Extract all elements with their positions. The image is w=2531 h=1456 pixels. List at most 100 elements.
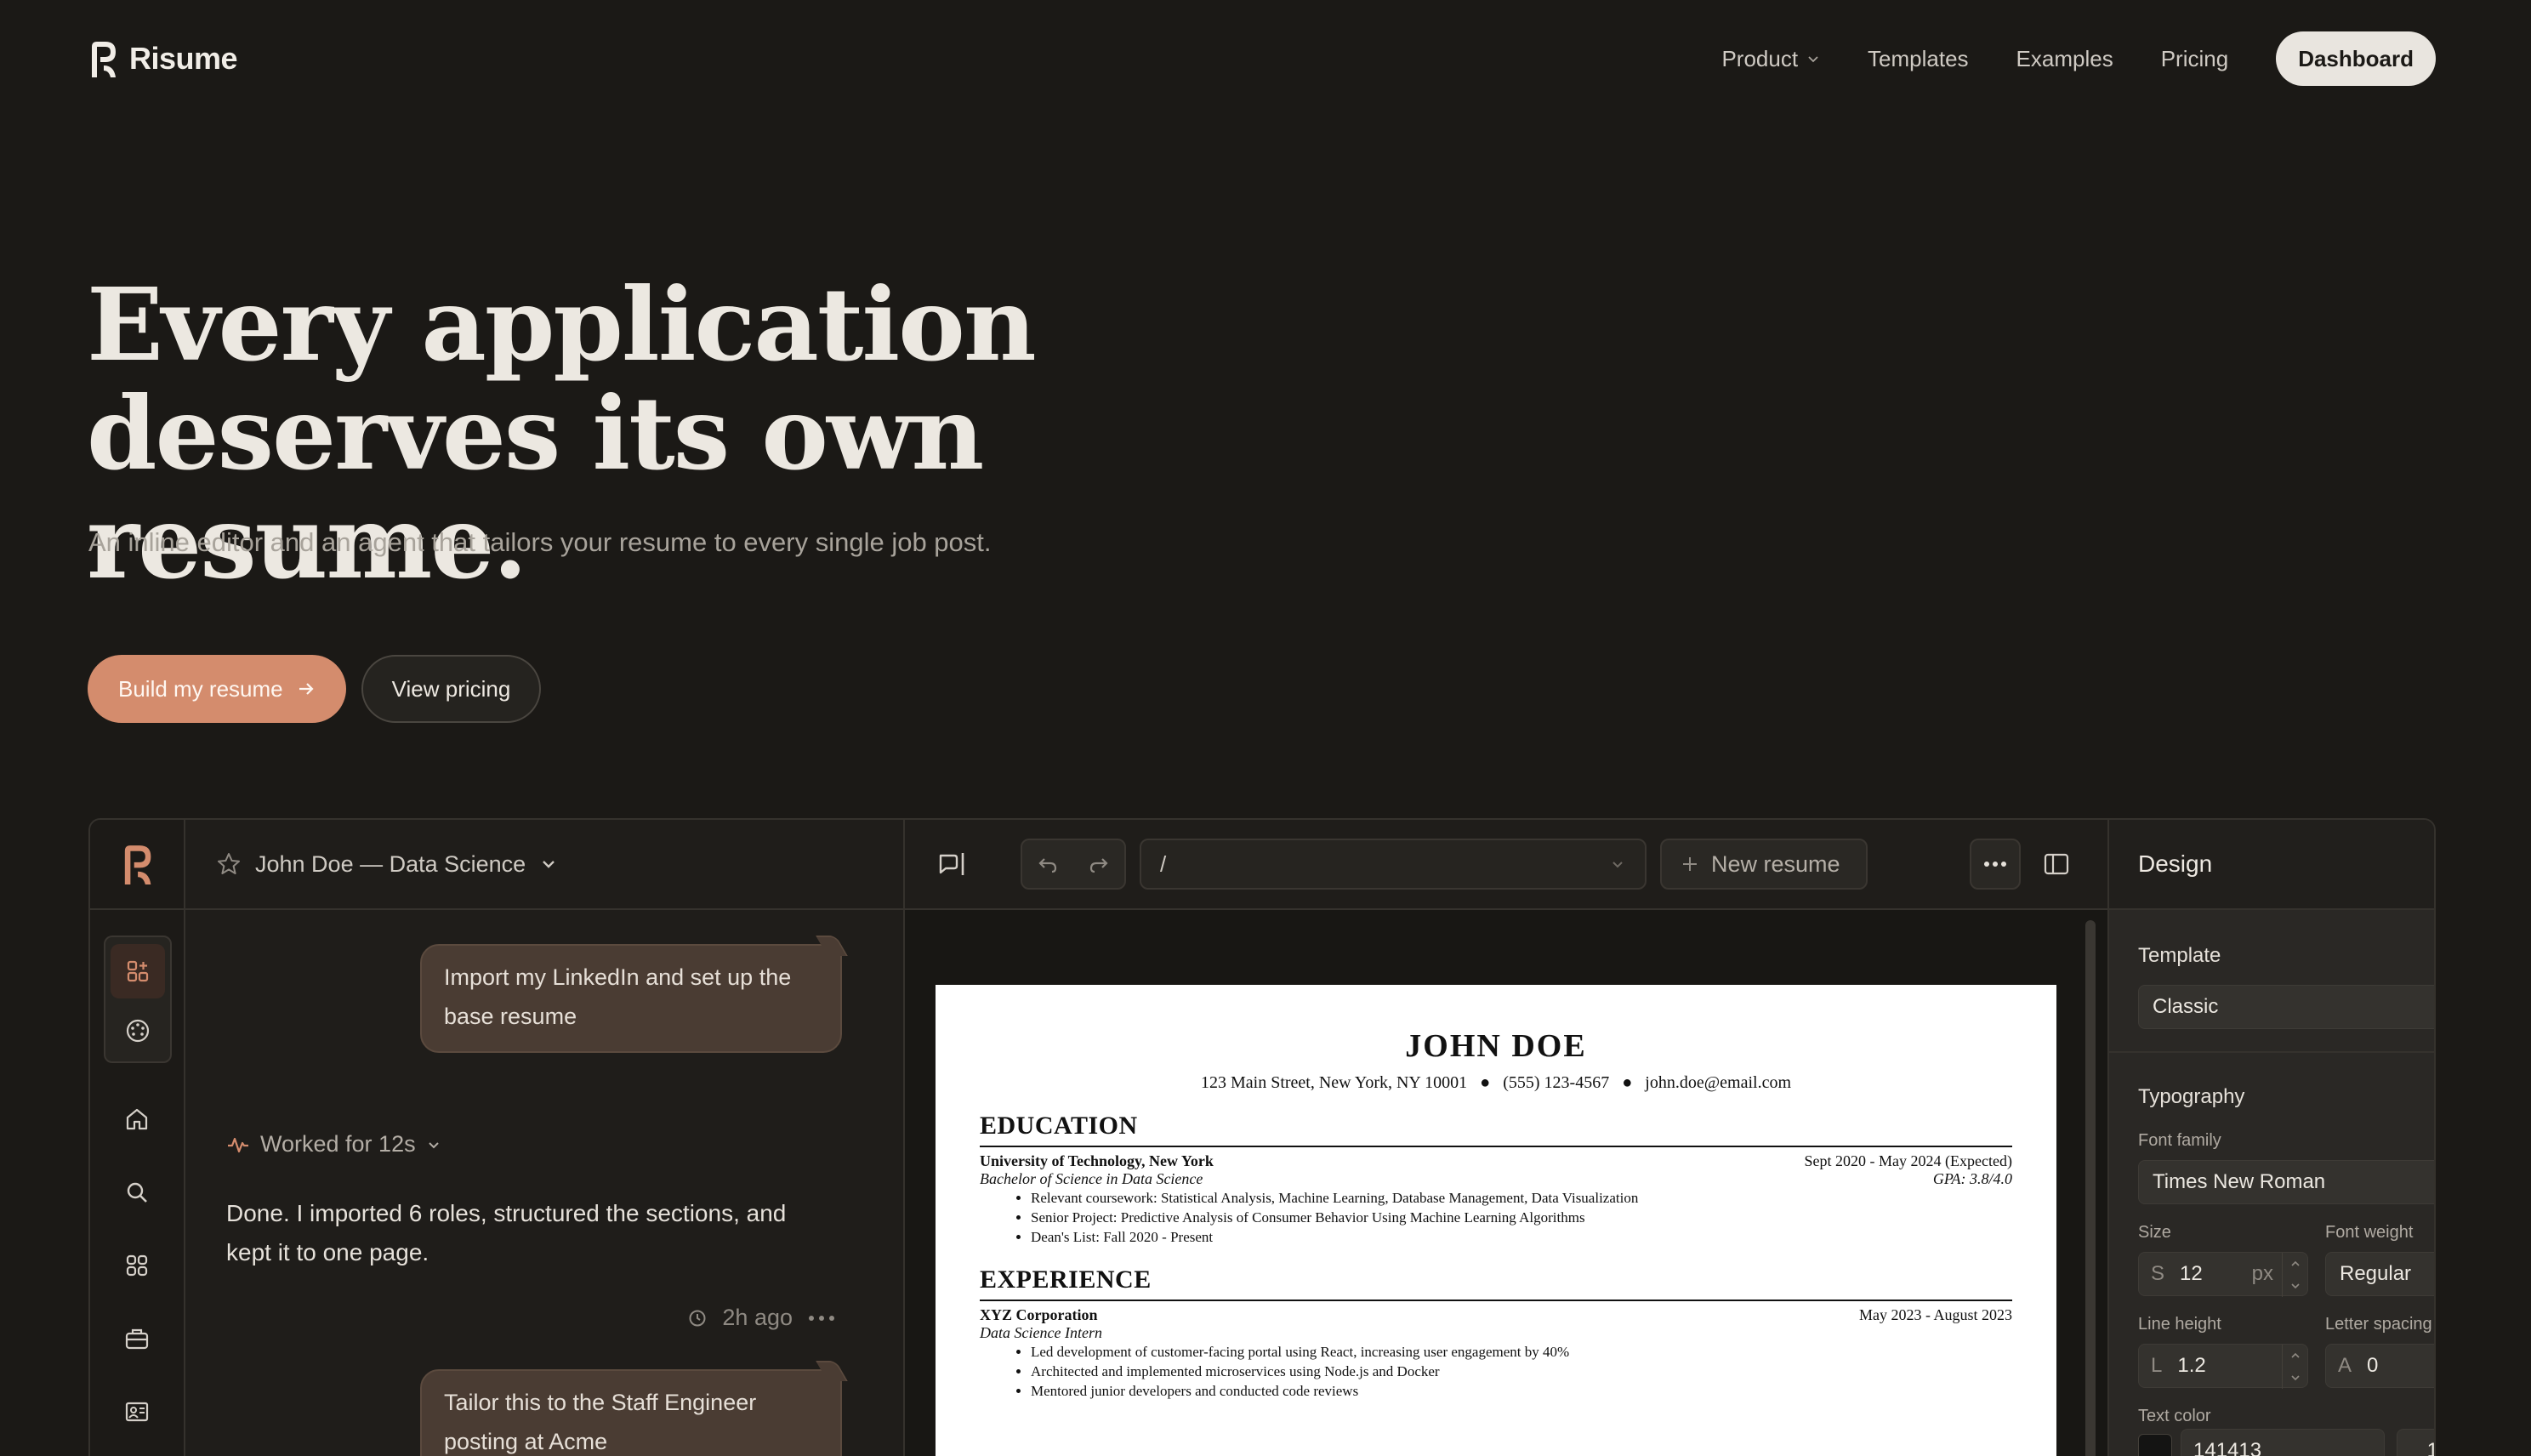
build-resume-label: Build my resume	[118, 675, 283, 702]
more-horizontal-icon	[1984, 862, 2006, 867]
rail-search[interactable]	[110, 1165, 164, 1220]
nav-templates[interactable]: Templates	[1868, 46, 1969, 72]
nav-product[interactable]: Product	[1721, 46, 1820, 72]
text-opacity-value: 100	[2427, 1439, 2434, 1456]
size-label: Size	[2138, 1223, 2171, 1242]
size-stepper[interactable]: S 12 px	[2138, 1252, 2308, 1297]
letter-spacing-prefix: A	[2338, 1354, 2352, 1377]
resume-page[interactable]: JOHN DOE 123 Main Street, New York, NY 1…	[936, 985, 2056, 1456]
resume-school-row: University of Technology, New York Sept …	[980, 1152, 2012, 1170]
chat-toggle[interactable]	[936, 849, 966, 884]
typography-label: Typography	[2138, 1085, 2245, 1108]
id-card-icon	[125, 1402, 149, 1422]
star-icon	[218, 853, 240, 874]
rail-home[interactable]	[110, 1092, 164, 1146]
line-height-stepper[interactable]: L 1.2	[2138, 1344, 2308, 1389]
list-item: Mentored junior developers and conducted…	[1031, 1381, 2012, 1401]
nav-examples[interactable]: Examples	[2016, 46, 2113, 72]
worked-toggle[interactable]: Worked for 12s	[226, 1131, 441, 1157]
view-pricing-button[interactable]: View pricing	[361, 655, 542, 723]
history-controls	[1021, 839, 1126, 890]
rail-group	[104, 936, 172, 1063]
activity-icon	[228, 1137, 248, 1152]
doc-title: John Doe — Data Science	[255, 850, 526, 877]
font-weight-select[interactable]: Regular	[2325, 1252, 2434, 1296]
message-meta: 2h ago	[688, 1305, 835, 1331]
palette-icon	[126, 1019, 150, 1043]
chevron-down-icon	[543, 861, 555, 868]
template-select[interactable]: Classic	[2138, 985, 2434, 1029]
font-family-select[interactable]: Times New Roman	[2138, 1160, 2434, 1204]
list-item: Architected and implemented microservice…	[1031, 1362, 2012, 1381]
line-height-step[interactable]	[2282, 1345, 2307, 1389]
rail-apps[interactable]	[110, 1238, 164, 1293]
editor-more-button[interactable]	[1970, 839, 2021, 890]
list-item: Senior Project: Predictive Analysis of C…	[1031, 1208, 2012, 1227]
size-step[interactable]	[2282, 1253, 2307, 1297]
new-resume-label: New resume	[1711, 850, 1840, 877]
resume-address: 123 Main Street, New York, NY 10001	[1200, 1073, 1468, 1092]
redo-button[interactable]	[1073, 840, 1124, 888]
risume-logo-icon	[124, 845, 151, 884]
logo[interactable]: Risume	[88, 40, 238, 77]
nav-pricing[interactable]: Pricing	[2161, 46, 2228, 72]
resume-company-dates: May 2023 - August 2023	[1859, 1306, 2012, 1323]
chevron-down-icon	[2290, 1375, 2300, 1381]
chevron-down-icon	[2290, 1283, 2300, 1289]
path-select[interactable]: /	[1140, 839, 1647, 890]
letter-spacing-stepper[interactable]: A 0 px	[2325, 1344, 2434, 1388]
path-value: /	[1160, 850, 1167, 877]
line-height-value: 1.2	[2177, 1354, 2206, 1377]
text-opacity-input[interactable]: 100 %	[2397, 1429, 2434, 1456]
template-value: Classic	[2153, 995, 2219, 1018]
rail-widgets[interactable]	[111, 944, 165, 998]
undo-button[interactable]	[1022, 840, 1073, 888]
resume-school-dates: Sept 2020 - May 2024 (Expected)	[1804, 1152, 2012, 1169]
line-height-label: Line height	[2138, 1315, 2221, 1334]
app-preview: John Doe — Data Science Import my Linked…	[88, 818, 2436, 1456]
worked-label: Worked for 12s	[260, 1131, 416, 1157]
resume-name: JOHN DOE	[1405, 1028, 1587, 1064]
undo-icon	[1038, 858, 1057, 873]
hero-subtitle: An inline editor and an agent that tailo…	[88, 527, 992, 557]
chevron-down-icon	[1808, 56, 1818, 63]
text-color-input[interactable]: 141413	[2181, 1429, 2385, 1456]
build-resume-button[interactable]: Build my resume	[88, 655, 346, 723]
widgets-icon	[127, 960, 149, 982]
new-resume-button[interactable]: New resume	[1660, 839, 1868, 890]
resume-company-row: XYZ Corporation May 2023 - August 2023	[980, 1306, 2012, 1324]
size-value: 12	[2180, 1262, 2203, 1285]
resume-phone: (555) 123-4567	[1503, 1073, 1610, 1092]
more-horizontal-icon[interactable]	[808, 1314, 835, 1322]
toggle-panel-button[interactable]	[2031, 839, 2082, 890]
chevron-up-icon	[2290, 1260, 2300, 1266]
rail-palette[interactable]	[111, 1004, 165, 1058]
chat-panel: John Doe — Data Science Import my Linked…	[185, 820, 905, 1456]
arrow-right-icon	[299, 683, 314, 695]
resume-company: XYZ Corporation	[980, 1306, 1098, 1323]
hero-title-line-1: Every application	[87, 265, 1037, 384]
resume-role-row: Data Science Intern	[980, 1324, 2012, 1342]
rail-logo[interactable]	[90, 820, 184, 910]
top-nav: Risume Product Templates Examples Pricin…	[88, 31, 2436, 87]
nav-product-label: Product	[1721, 45, 1799, 71]
resume-role: Data Science Intern	[980, 1324, 1102, 1341]
agent-reply: Done. I imported 6 roles, structured the…	[226, 1200, 787, 1265]
font-family-value: Times New Roman	[2153, 1170, 2326, 1193]
dashboard-button[interactable]: Dashboard	[2276, 31, 2436, 86]
resume-degree-row: Bachelor of Science in Data Science GPA:…	[980, 1170, 2012, 1188]
rail-profile[interactable]	[110, 1385, 164, 1439]
hero-title-line-2: deserves its own resume.	[87, 374, 984, 601]
font-family-label: Font family	[2138, 1131, 2221, 1150]
rail-jobs[interactable]	[110, 1311, 164, 1366]
chevron-down-icon	[428, 1141, 439, 1148]
nav-links: Product Templates Examples Pricing Dashb…	[1674, 31, 2436, 86]
text-color-swatch[interactable]	[2138, 1434, 2172, 1456]
divider	[2109, 1051, 2434, 1053]
letter-spacing-label: Letter spacing	[2325, 1315, 2432, 1334]
doc-switcher[interactable]: John Doe — Data Science	[185, 820, 903, 910]
search-icon	[127, 1182, 147, 1203]
editor-toolbar: / New resume	[905, 820, 2107, 910]
editor-scrollbar[interactable]	[2085, 920, 2096, 1456]
list-item: Dean's List: Fall 2020 - Present	[1031, 1227, 2012, 1247]
